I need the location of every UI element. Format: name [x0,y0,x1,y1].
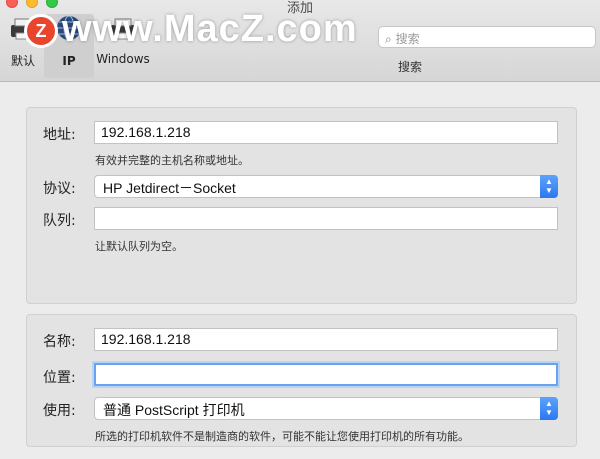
name-input[interactable]: 192.168.1.218 [94,328,558,351]
protocol-label: 协议: [43,181,76,197]
search-input[interactable]: ⌕ 搜索 [378,26,596,48]
queue-label: 队列: [43,213,76,229]
queue-hint: 让默认队列为空。 [95,240,183,253]
toolbar-default-label: 默认 [10,54,35,68]
protocol-value: HP Jetdirect－Socket [103,180,236,196]
driver-value: 普通 PostScript 打印机 [103,402,245,418]
toolbar-ip-label: IP [62,54,76,68]
use-label: 使用: [43,403,76,419]
location-label: 位置: [43,370,76,386]
driver-hint: 所选的打印机软件不是制造商的软件，可能不能让您使用打印机的所有功能。 [95,430,469,443]
protocol-select[interactable]: HP Jetdirect－Socket ▲ ▼ [94,175,558,198]
window-toolbar: 添加 默认 IP Windows ⌕ 搜索 搜索 Z www.MacZ.com [0,0,600,82]
search-placeholder: 搜索 [395,32,420,46]
toolbar-windows-label: Windows [96,52,150,66]
search-caption: 搜索 [398,60,423,74]
address-input[interactable]: 192.168.1.218 [94,121,558,144]
address-hint: 有效并完整的主机名称或地址。 [95,154,249,167]
watermark-logo: Z [24,14,58,48]
address-label: 地址: [43,127,76,143]
watermark-text: www.MacZ.com [62,8,358,50]
location-input[interactable] [94,363,558,386]
queue-input[interactable] [94,207,558,230]
search-icon: ⌕ [385,32,392,46]
name-label: 名称: [43,334,76,350]
chevron-updown-icon: ▲ ▼ [540,175,558,198]
driver-select[interactable]: 普通 PostScript 打印机 ▲ ▼ [94,397,558,420]
chevron-updown-icon: ▲ ▼ [540,397,558,420]
